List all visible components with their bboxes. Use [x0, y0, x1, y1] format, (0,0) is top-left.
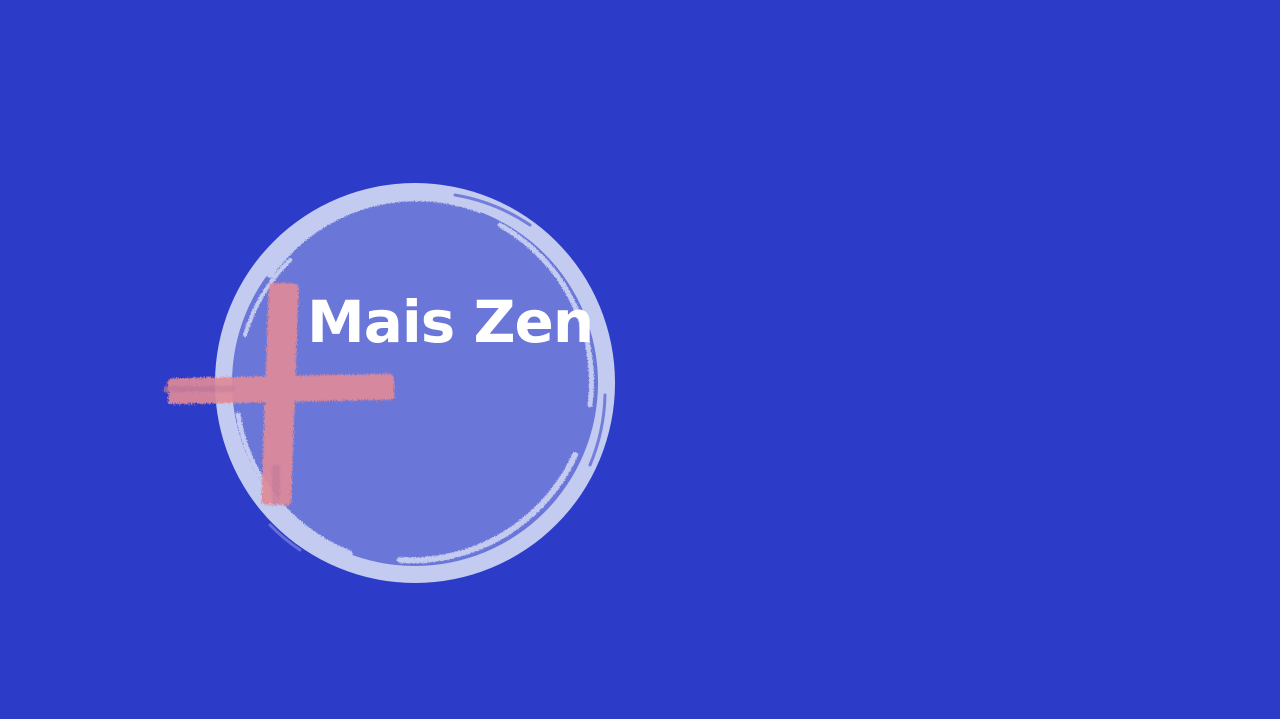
splash-screen: Mais Zen [0, 0, 1280, 719]
mais-zen-logo: Mais Zen [150, 165, 630, 605]
logo-title: Mais Zen [307, 288, 594, 356]
logo-graphic [164, 183, 615, 583]
